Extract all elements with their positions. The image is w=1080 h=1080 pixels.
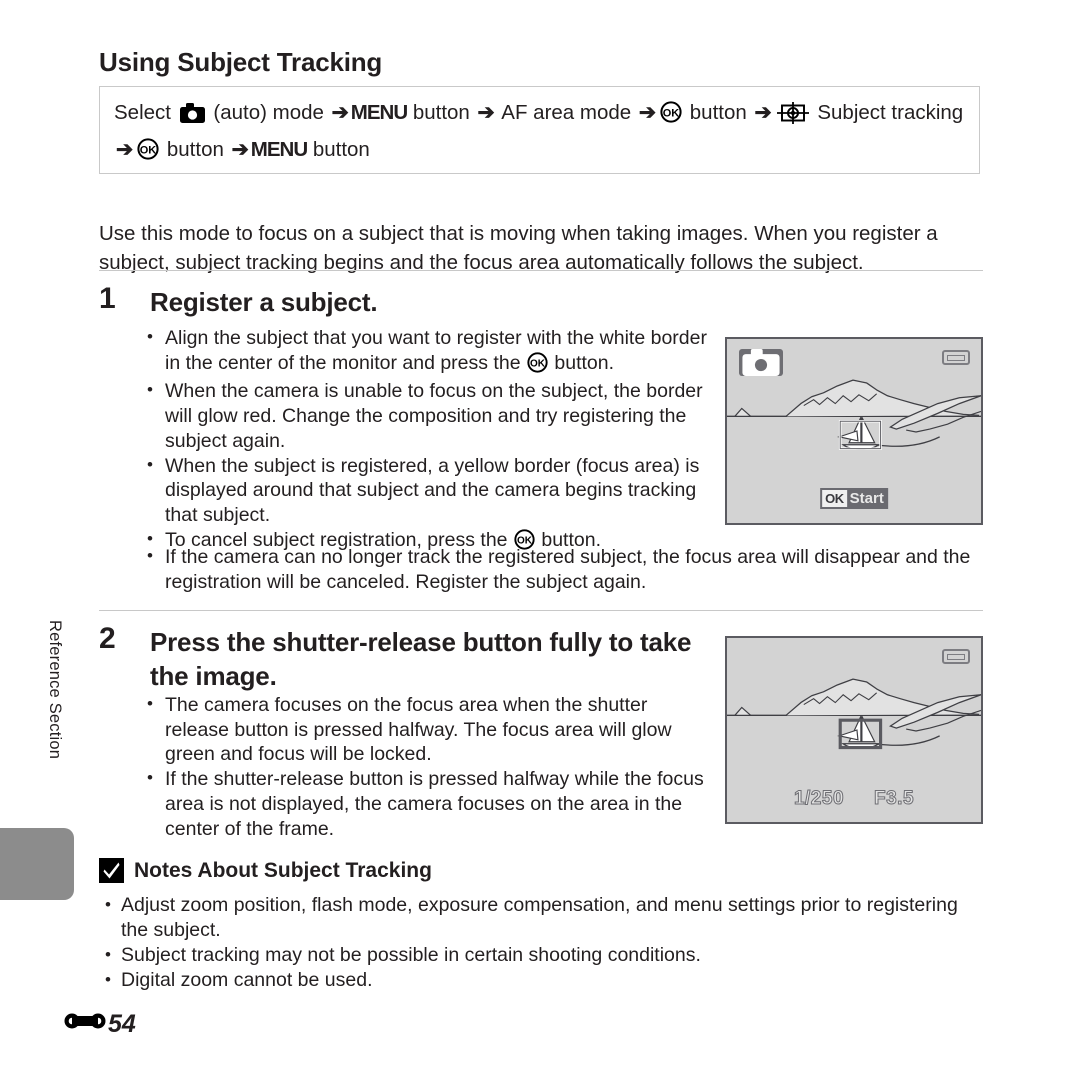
nav-text: Select [114, 101, 177, 124]
battery-icon [942, 350, 970, 365]
exposure-readout: 1/250 F3.5 [793, 788, 915, 810]
nav-text: button [684, 101, 753, 124]
auto-camera-icon [742, 349, 780, 376]
nav-text: AF area mode [496, 101, 637, 124]
intro-paragraph: Use this mode to focus on a subject that… [99, 221, 938, 274]
list-item: When the subject is registered, a yellow… [141, 453, 711, 528]
arrow-glyph: ➔ [754, 101, 772, 124]
menu-button-glyph: MENU [250, 138, 308, 161]
mode-badge [739, 349, 783, 376]
step-1-bullets: Align the subject that you want to regis… [141, 325, 711, 556]
list-item: The camera focuses on the focus area whe… [141, 692, 711, 767]
step-2-heading: Press the shutter-release button fully t… [150, 627, 692, 691]
list-item: If the camera can no longer track the re… [141, 544, 986, 594]
auto-camera-icon [179, 101, 205, 133]
navigation-path-box: Select (auto) mode ➔MENU button ➔ AF are… [99, 86, 980, 174]
divider-top [99, 270, 983, 271]
ok-start-indicator: OK Start [820, 488, 888, 509]
subject-tracking-icon [776, 102, 809, 134]
arrow-glyph: ➔ [638, 101, 657, 124]
divider-middle [99, 610, 983, 611]
svg-text:OK: OK [663, 107, 680, 119]
nav-text: button [161, 138, 230, 161]
step-1-heading: Register a subject. [150, 287, 378, 317]
svg-text:OK: OK [140, 144, 157, 156]
monitor-shutter-release: 1/250 F3.5 [725, 636, 983, 824]
arrow-glyph: ➔ [477, 101, 495, 124]
monitor-register-subject: OK Start [725, 337, 983, 525]
caution-check-icon [99, 858, 124, 883]
list-item: Align the subject that you want to regis… [141, 325, 711, 380]
page-title: Using Subject Tracking [99, 47, 383, 78]
start-label: Start [849, 490, 884, 507]
ok-button-icon: OK [527, 352, 548, 380]
svg-text:OK: OK [530, 358, 546, 369]
notes-heading-row: Notes About Subject Tracking [99, 858, 432, 883]
page-number-value: 54 [108, 1010, 136, 1038]
shutter-speed-value: 1/250 [793, 788, 845, 810]
list-item: Adjust zoom position, flash mode, exposu… [99, 892, 983, 943]
ok-label: OK [822, 490, 847, 507]
ok-button-icon: OK [660, 101, 682, 133]
step-2-number: 2 [99, 622, 116, 655]
list-item: Digital zoom cannot be used. [99, 967, 983, 993]
battery-icon [942, 649, 970, 664]
step-1-bullets-wide: If the camera can no longer track the re… [141, 544, 986, 594]
nav-text: Subject tracking [811, 101, 964, 124]
nav-text: (auto) mode [207, 101, 330, 124]
reference-section-glyph-icon [64, 1010, 106, 1039]
notes-bullets: Adjust zoom position, flash mode, exposu… [99, 892, 983, 993]
step-2-bullets: The camera focuses on the focus area whe… [141, 692, 711, 841]
aperture-value: F3.5 [874, 788, 915, 810]
arrow-glyph: ➔ [116, 138, 134, 161]
menu-button-glyph: MENU [350, 101, 408, 124]
arrow-glyph: ➔ [331, 101, 349, 124]
nav-text: button [307, 138, 370, 161]
list-item: When the camera is unable to focus on th… [141, 378, 711, 453]
notes-heading-text: Notes About Subject Tracking [134, 858, 432, 882]
ok-button-icon: OK [137, 138, 159, 170]
navigation-path: Select (auto) mode ➔MENU button ➔ AF are… [114, 97, 965, 170]
list-item: Subject tracking may not be possible in … [99, 942, 983, 968]
arrow-glyph: ➔ [231, 138, 249, 161]
page-number: 54 [64, 1010, 136, 1039]
manual-page: Using Subject Tracking Select (auto) mod… [0, 0, 1080, 1080]
list-item: If the shutter-release button is pressed… [141, 766, 711, 841]
nav-text: button [407, 101, 476, 124]
step-1-number: 1 [99, 282, 116, 315]
